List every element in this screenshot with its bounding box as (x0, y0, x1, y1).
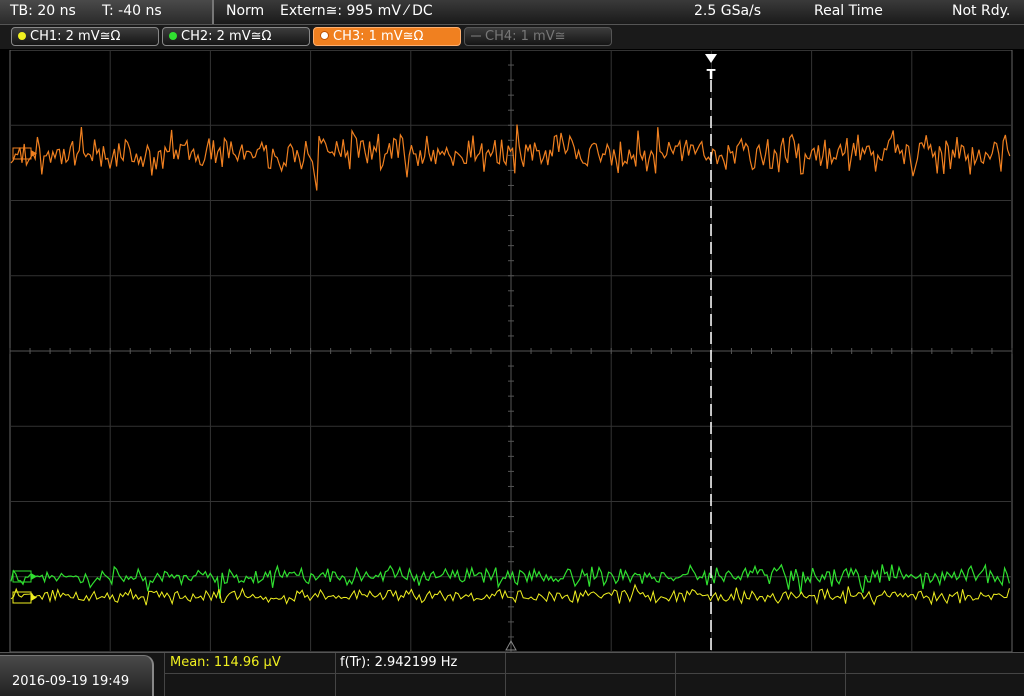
acquisition-mode-label[interactable]: Real Time (814, 3, 883, 19)
channel-1-button[interactable]: CH1: 2 mV≅Ω (11, 27, 159, 46)
datetime-label: 2016-09-19 19:49 (12, 674, 130, 689)
timebase-label[interactable]: TB: 20 ns (10, 3, 76, 19)
trigger-status-label: Not Rdy. (952, 3, 1011, 19)
trigger-time-label[interactable]: T: -40 ns (102, 3, 162, 19)
channel-4-button[interactable]: CH4: 1 mV≅ (464, 27, 612, 46)
channel-4-indicator-icon (471, 35, 481, 37)
datetime-box: 2016-09-19 19:49 (0, 655, 154, 696)
trigger-frequency-measurement[interactable]: f(Tr): 2.942199 Hz (340, 655, 457, 670)
channel-1-label: CH1: 2 mV≅Ω (30, 29, 121, 44)
trigger-marker-label: T (707, 68, 716, 83)
channel-4-label: CH4: 1 mV≅ (485, 29, 566, 44)
channel-3-label: CH3: 1 mV≅Ω (333, 29, 424, 44)
channel-2-indicator-icon (169, 32, 177, 40)
channel-3-button[interactable]: CH3: 1 mV≅Ω (313, 27, 461, 46)
channel-3-indicator-icon (320, 31, 329, 40)
waveform-display[interactable]: T (0, 50, 1024, 652)
trigger-mode-label[interactable]: Norm (226, 3, 264, 19)
channel-1-indicator-icon (18, 32, 26, 40)
top-status-bar: TB: 20 ns T: -40 ns Norm Extern≅: 995 mV… (0, 0, 1024, 25)
mean-measurement[interactable]: Mean: 114.96 µV (170, 655, 281, 670)
channel-bar: CH1: 2 mV≅Ω CH2: 2 mV≅Ω CH3: 1 mV≅Ω CH4:… (0, 25, 1024, 49)
channel-2-label: CH2: 2 mV≅Ω (181, 29, 272, 44)
sample-rate-label[interactable]: 2.5 GSa/s (694, 3, 761, 19)
trigger-source-label[interactable]: Extern≅: 995 mV ⁄ DC (280, 3, 433, 19)
channel-2-button[interactable]: CH2: 2 mV≅Ω (162, 27, 310, 46)
